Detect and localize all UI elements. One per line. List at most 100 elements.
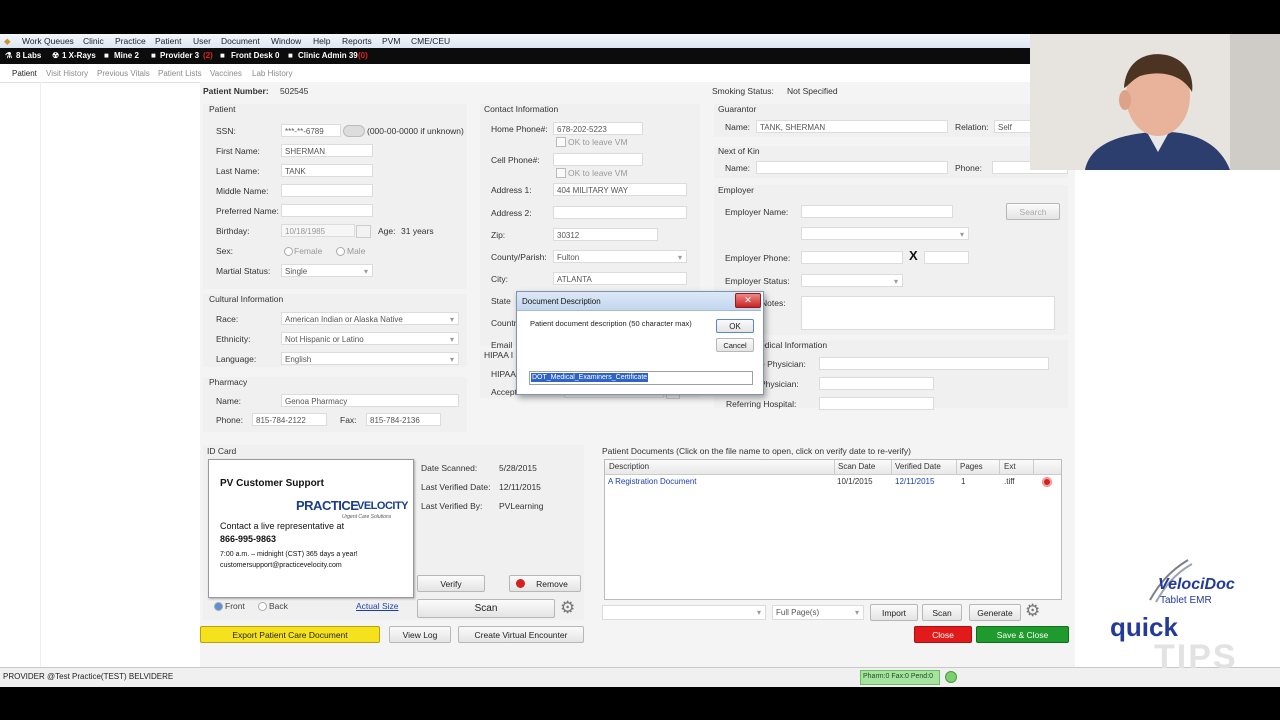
back-radio[interactable]: [258, 602, 267, 611]
col-scan-date[interactable]: Scan Date: [838, 462, 875, 471]
provider-count[interactable]: Provider 3: [160, 51, 199, 60]
export-patient-care-button[interactable]: Export Patient Care Document: [200, 626, 380, 643]
menu-clinic[interactable]: Clinic: [83, 36, 104, 46]
col-divider: [891, 460, 892, 474]
menu-work-queues[interactable]: Work Queues: [22, 36, 74, 46]
employer-phone-field[interactable]: [801, 251, 903, 264]
menu-help[interactable]: Help: [313, 36, 330, 46]
dialog-description-input[interactable]: DOT_Medical_Examiners_Certificate: [529, 371, 753, 385]
race-select[interactable]: American Indian or Alaska Native: [281, 312, 459, 325]
save-close-button[interactable]: Save & Close: [976, 626, 1069, 643]
id-card-image[interactable]: PV Customer Support PRACTICE VELOCITY Ur…: [208, 459, 414, 598]
dialog-ok-button[interactable]: OK: [716, 319, 754, 333]
address1-field[interactable]: 404 MILITARY WAY: [553, 183, 687, 196]
address2-field[interactable]: [553, 206, 687, 219]
import-button[interactable]: Import: [870, 604, 918, 621]
menu-practice[interactable]: Practice: [115, 36, 146, 46]
language-select[interactable]: English: [281, 352, 459, 365]
verify-button[interactable]: Verify: [417, 575, 485, 592]
idcard-settings-gear-icon[interactable]: ⚙: [560, 598, 575, 618]
referring-hospital-field[interactable]: [819, 397, 934, 410]
col-ext[interactable]: Ext: [1004, 462, 1016, 471]
tab-visit-history[interactable]: Visit History: [46, 69, 88, 78]
col-description[interactable]: Description: [609, 462, 649, 471]
employer-notes-textarea[interactable]: [801, 296, 1055, 330]
calendar-icon[interactable]: [356, 225, 371, 238]
nok-name-field[interactable]: [756, 161, 948, 174]
pharm-fax-status[interactable]: Pharm:0 Fax:0 Pend:0: [860, 670, 940, 685]
sex-female-radio[interactable]: [284, 247, 293, 256]
document-type-select[interactable]: [602, 605, 766, 620]
doc-description-link[interactable]: A Registration Document: [608, 477, 697, 486]
employer-notes-label: Notes:: [761, 298, 786, 308]
front-radio[interactable]: [214, 602, 223, 611]
menu-reports[interactable]: Reports: [342, 36, 372, 46]
remove-button[interactable]: Remove: [509, 575, 581, 592]
ssn-toggle[interactable]: [343, 125, 365, 137]
pages-select[interactable]: Full Page(s): [772, 605, 864, 620]
employer-name-field[interactable]: [801, 205, 953, 218]
docs-scan-button[interactable]: Scan: [922, 604, 962, 621]
ethnicity-select[interactable]: Not Hispanic or Latino: [281, 332, 459, 345]
col-pages[interactable]: Pages: [960, 462, 983, 471]
dialog-cancel-button[interactable]: Cancel: [716, 338, 754, 352]
preferred-name-field[interactable]: [281, 204, 373, 217]
tab-previous-vitals[interactable]: Previous Vitals: [97, 69, 150, 78]
patient-heading: Patient: [209, 104, 236, 114]
doc-verified-date-link[interactable]: 12/11/2015: [895, 477, 934, 486]
delete-doc-icon[interactable]: [1042, 477, 1052, 487]
referring-physician-field[interactable]: [819, 377, 934, 390]
dialog-prompt: Patient document description (50 charact…: [530, 319, 692, 328]
col-verified-date[interactable]: Verified Date: [895, 462, 941, 471]
docs-settings-gear-icon[interactable]: ⚙: [1025, 601, 1040, 621]
menu-pvm[interactable]: PVM: [382, 36, 400, 46]
pharmacy-phone-field[interactable]: 815-784-2122: [252, 413, 327, 426]
tab-lab-history[interactable]: Lab History: [252, 69, 292, 78]
menu-user[interactable]: User: [193, 36, 211, 46]
pcp-field[interactable]: [819, 357, 1049, 370]
sex-male-radio[interactable]: [336, 247, 345, 256]
first-name-field[interactable]: SHERMAN: [281, 144, 373, 157]
employer-address-select[interactable]: [801, 227, 969, 240]
view-log-button[interactable]: View Log: [389, 626, 451, 643]
actual-size-link[interactable]: Actual Size: [356, 601, 399, 611]
menu-window[interactable]: Window: [271, 36, 301, 46]
county-select[interactable]: Fulton: [553, 250, 687, 263]
city-field[interactable]: ATLANTA: [553, 272, 687, 285]
home-vm-checkbox[interactable]: [556, 137, 566, 147]
remove-label: Remove: [536, 579, 568, 589]
cell-phone-field[interactable]: [553, 153, 643, 166]
dialog-close-icon[interactable]: ✕: [735, 293, 761, 308]
employer-search-button[interactable]: Search: [1006, 203, 1060, 220]
ssn-field[interactable]: ***-**-6789: [281, 124, 341, 137]
tab-vaccines[interactable]: Vaccines: [210, 69, 242, 78]
employer-status-select[interactable]: [801, 274, 903, 287]
clinicadmin-count[interactable]: Clinic Admin 39: [298, 51, 358, 60]
employer-ext-field[interactable]: [924, 251, 969, 264]
cell-vm-checkbox[interactable]: [556, 168, 566, 178]
middle-name-field[interactable]: [281, 184, 373, 197]
preferred-name-label: Preferred Name:: [216, 206, 279, 216]
labs-count[interactable]: 8 Labs: [16, 51, 41, 60]
menu-cme[interactable]: CME/CEU: [411, 36, 450, 46]
birthday-field[interactable]: 10/18/1985: [281, 224, 355, 237]
home-phone-field[interactable]: 678-202-5223: [553, 122, 643, 135]
guarantor-name-field[interactable]: TANK, SHERMAN: [756, 120, 948, 133]
xrays-count[interactable]: 1 X-Rays: [62, 51, 96, 60]
last-name-field[interactable]: TANK: [281, 164, 373, 177]
mine-count[interactable]: Mine 2: [114, 51, 139, 60]
create-virtual-encounter-button[interactable]: Create Virtual Encounter: [458, 626, 584, 643]
frontdesk-count[interactable]: Front Desk 0: [231, 51, 279, 60]
pharmacy-name-field[interactable]: Genoa Pharmacy: [281, 394, 459, 407]
menu-document[interactable]: Document: [221, 36, 260, 46]
pharmacy-fax-field[interactable]: 815-784-2136: [366, 413, 441, 426]
generate-button[interactable]: Generate: [969, 604, 1021, 621]
zip-field[interactable]: 30312: [553, 228, 658, 241]
tab-patient[interactable]: Patient: [12, 69, 37, 78]
tab-patient-lists[interactable]: Patient Lists: [158, 69, 202, 78]
marital-select[interactable]: Single: [281, 264, 373, 277]
menu-patient[interactable]: Patient: [155, 36, 181, 46]
idcard-scan-button[interactable]: Scan: [417, 599, 555, 618]
emr-application: ◆ Work Queues Clinic Practice Patient Us…: [0, 34, 1280, 687]
close-button[interactable]: Close: [914, 626, 972, 643]
